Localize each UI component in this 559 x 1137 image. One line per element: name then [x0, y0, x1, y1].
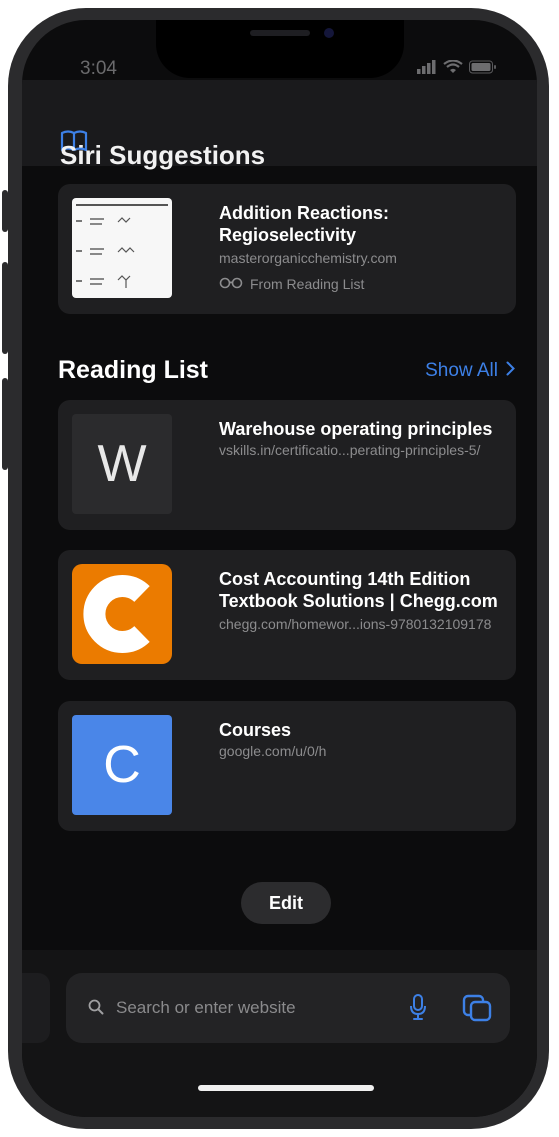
from-reading-list: From Reading List [219, 276, 364, 292]
search-icon [88, 999, 104, 1020]
show-all-label: Show All [425, 360, 498, 381]
front-camera [324, 28, 334, 38]
show-all-button[interactable]: Show All [425, 360, 515, 382]
siri-suggestion-card[interactable]: Addition Reactions: Regioselectivity mas… [58, 184, 516, 314]
tabs-icon[interactable] [462, 994, 492, 1027]
chevron-right-icon [506, 360, 515, 382]
signal-icon [417, 60, 437, 79]
suggestion-title: Addition Reactions: Regioselectivity [219, 203, 389, 245]
battery-icon [469, 60, 497, 79]
site-icon-letter: C [103, 736, 141, 794]
status-icons [417, 59, 497, 79]
edit-button[interactable]: Edit [241, 882, 331, 924]
page-thumbnail [72, 198, 172, 298]
site-icon: C [72, 715, 172, 815]
status-time: 3:04 [80, 58, 117, 79]
mute-switch [2, 190, 8, 232]
item-url: google.com/u/0/h [219, 743, 327, 759]
volume-down-button [2, 378, 8, 470]
site-icon: W [72, 414, 172, 514]
item-title: Warehouse operating principles [219, 419, 493, 439]
previous-tab-edge[interactable] [22, 973, 50, 1043]
home-indicator [198, 1085, 374, 1091]
chegg-logo-icon [72, 564, 172, 664]
siri-suggestions-title: Siri Suggestions [60, 140, 266, 170]
item-url: vskills.in/certificatio...perating-princ… [219, 442, 481, 458]
reading-list-item[interactable]: C Courses google.com/u/0/h [58, 701, 516, 831]
site-icon-letter: W [97, 435, 147, 493]
glasses-icon [219, 276, 243, 292]
search-bar[interactable]: Search or enter website [66, 973, 510, 1043]
suggestion-url: masterorganicchemistry.com [219, 250, 397, 266]
item-url: chegg.com/homewor...ions-9780132109178 [219, 616, 492, 632]
reading-list-item[interactable]: Cost Accounting 14th Edition Textbook So… [58, 550, 516, 680]
item-title: Cost Accounting 14th Edition Textbook So… [219, 569, 498, 611]
speaker [250, 30, 310, 36]
microphone-icon[interactable] [408, 993, 428, 1026]
reading-list-item[interactable]: W Warehouse operating principles vskills… [58, 400, 516, 530]
volume-up-button [2, 262, 8, 354]
from-reading-list-label: From Reading List [250, 276, 365, 292]
notch [156, 20, 404, 78]
search-input[interactable]: Search or enter website [116, 998, 296, 1018]
wifi-icon [443, 59, 463, 79]
reading-list-title: Reading List [58, 356, 209, 384]
screen: 3:04 Siri Suggestions Addition Reactions… [22, 20, 537, 1117]
item-title: Courses [219, 720, 292, 740]
